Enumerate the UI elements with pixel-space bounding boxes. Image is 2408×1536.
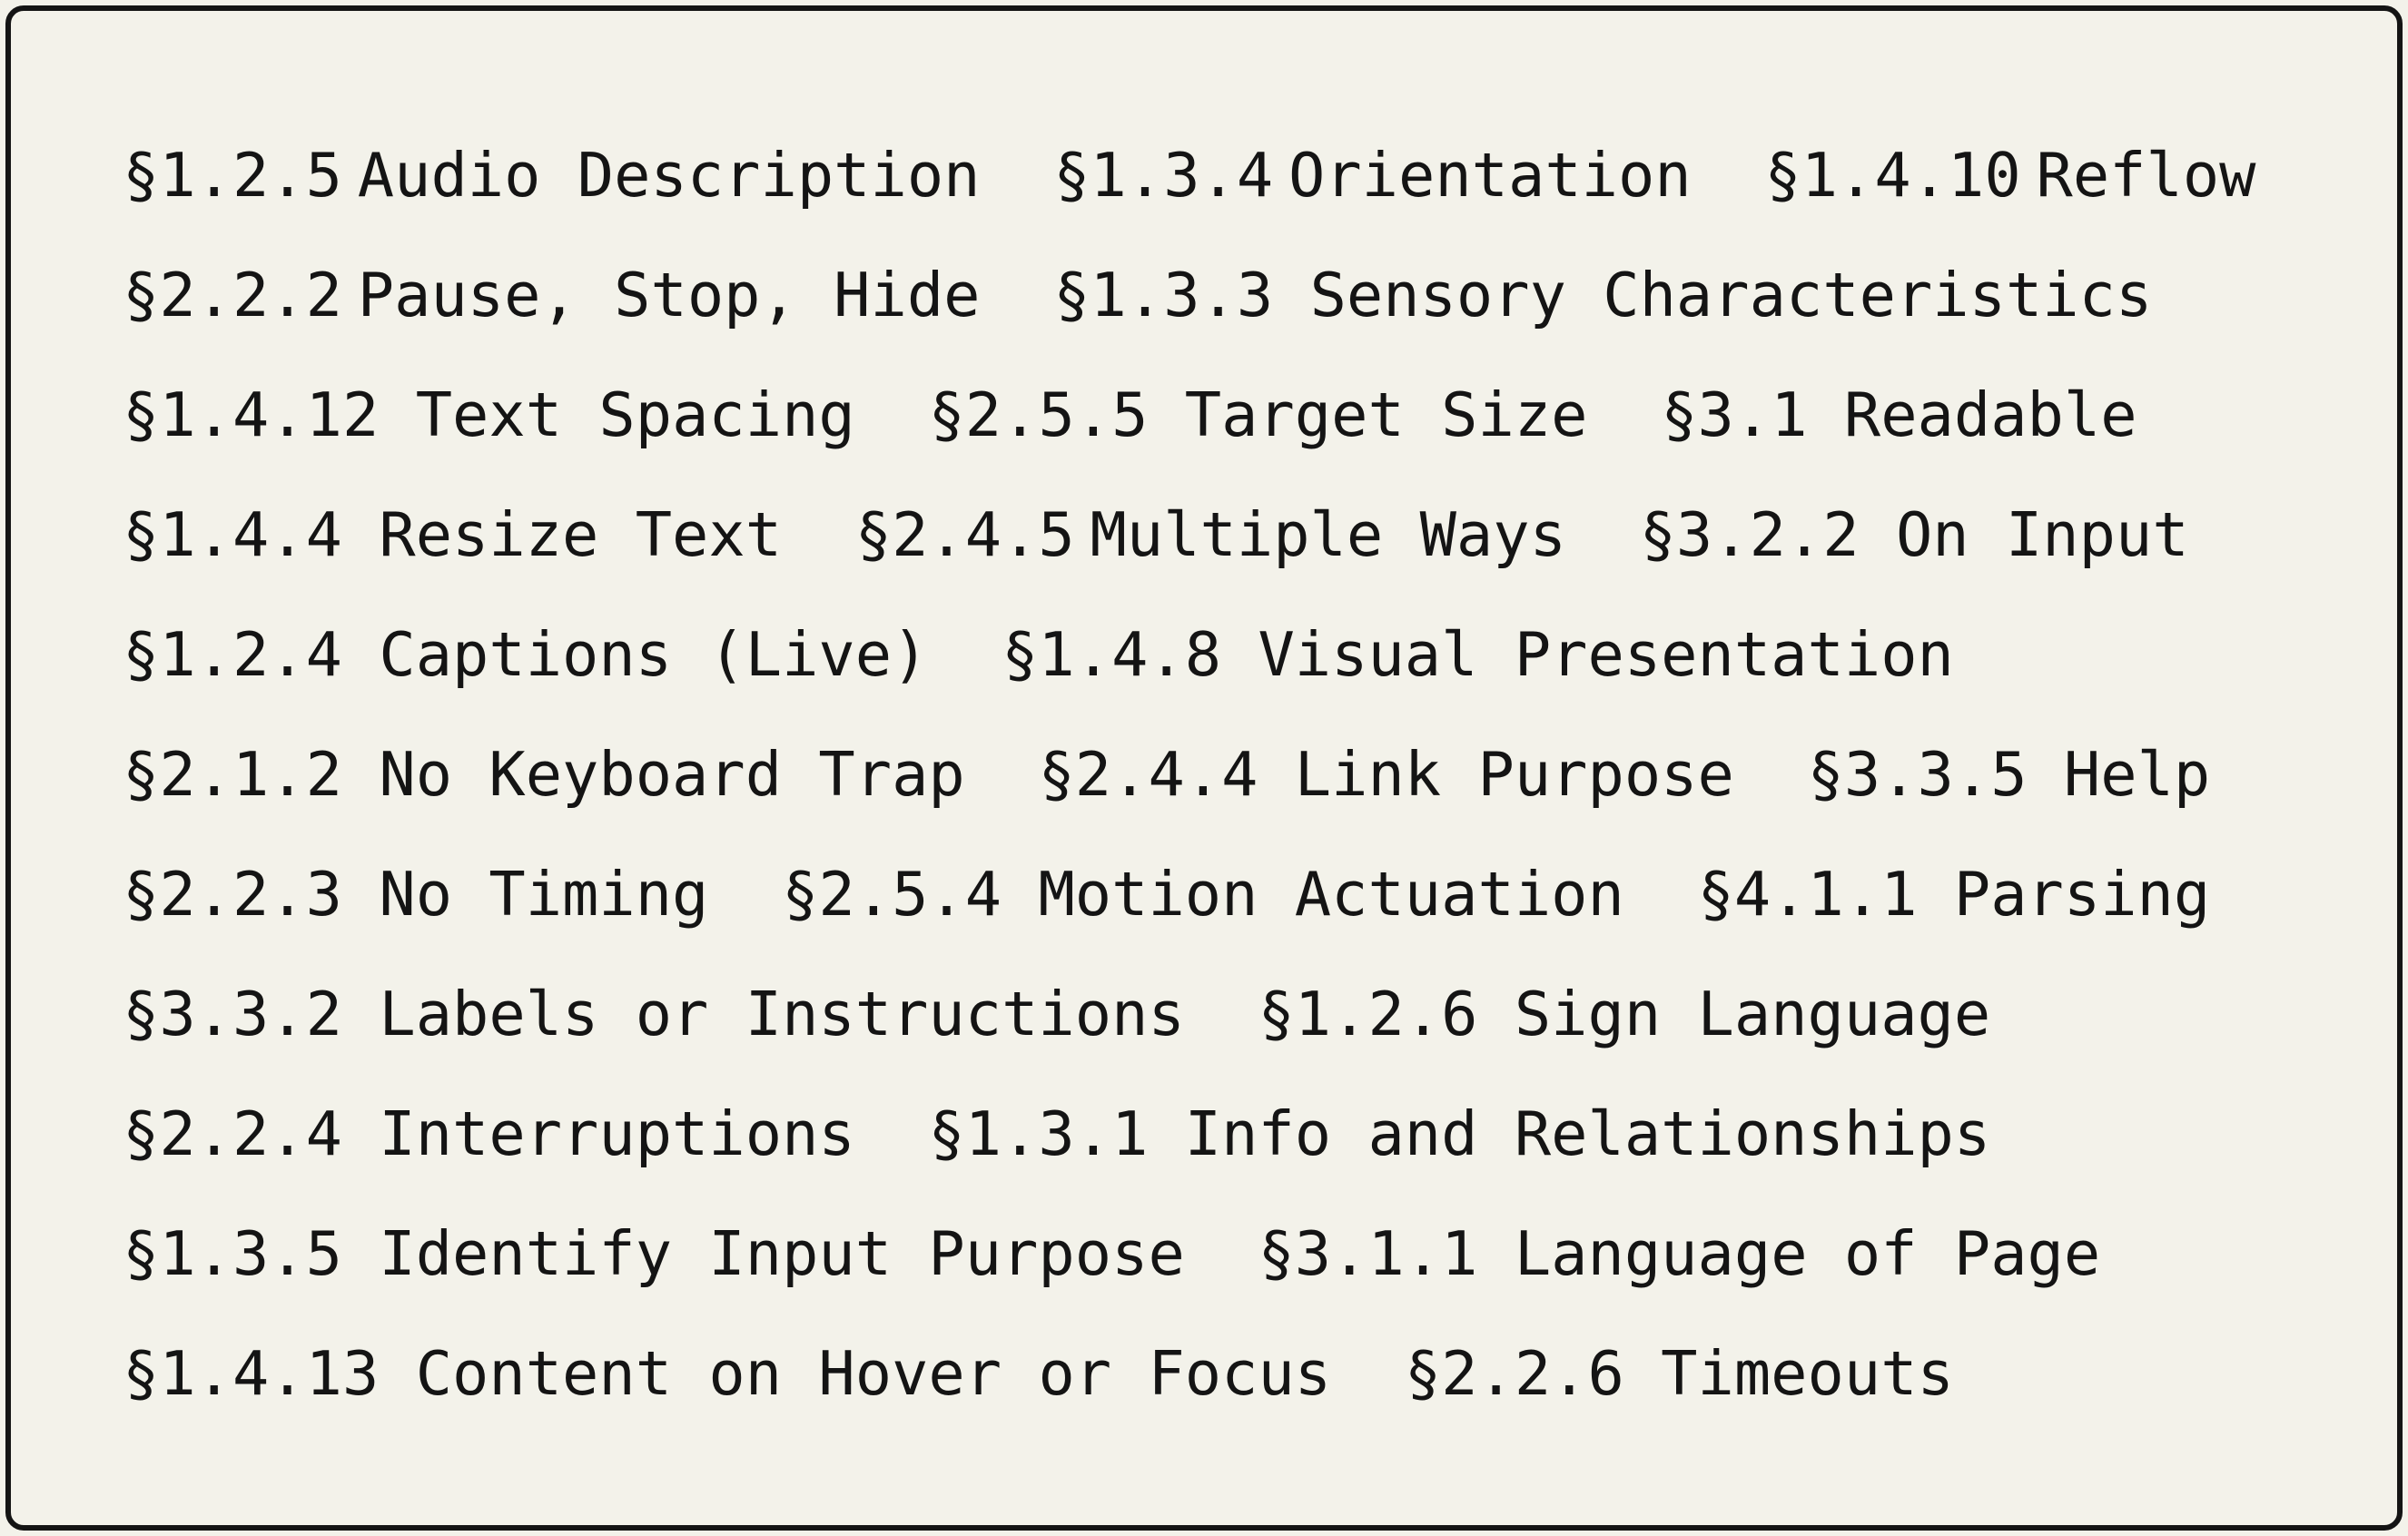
criterion-number: §2.5.4 xyxy=(782,859,1002,930)
criterion-number: §2.2.4 xyxy=(123,1098,343,1169)
criterion-title: Interruptions xyxy=(379,1098,855,1169)
criterion-title: Audio Description xyxy=(357,140,981,211)
criterion-item: §4.1.1 Parsing xyxy=(1698,859,2211,930)
criterion-title: Timeouts xyxy=(1661,1338,1954,1409)
criterion-title: Language of Page xyxy=(1514,1218,2101,1289)
criteria-line: §1.2.4 Captions (Live) §1.4.8 Visual Presen… xyxy=(123,595,2306,714)
criterion-number: §3.3.5 xyxy=(1807,739,2028,810)
criteria-line: §1.3.5 Identify Input Purpose §3.1.1 Langua… xyxy=(123,1194,2306,1314)
criteria-line: §2.2.4 Interruptions §1.3.1 Info and Relati… xyxy=(123,1074,2306,1194)
criterion-title: Text Spacing xyxy=(415,379,855,450)
criteria-line: §3.3.2 Labels or Instructions §1.2.6 Sign L… xyxy=(123,954,2306,1074)
criterion-title: Motion Actuation xyxy=(1038,859,1624,930)
criterion-item: §2.4.4 Link Purpose xyxy=(1038,739,1733,810)
criterion-number: §2.1.2 xyxy=(123,739,343,810)
criterion-title: Reflow xyxy=(2036,140,2256,211)
criterion-item: §1.4.10 Reflow xyxy=(1764,140,2255,211)
criterion-number: §2.4.4 xyxy=(1038,739,1258,810)
criterion-item: §1.2.4 Captions (Live) xyxy=(123,619,928,690)
criterion-number: §1.2.5 xyxy=(123,140,343,211)
criterion-title: No Timing xyxy=(379,859,709,930)
criterion-title: Content on Hover or Focus xyxy=(415,1338,1332,1409)
criterion-title: On Input xyxy=(1895,499,2189,570)
criterion-item: §2.2.6 Timeouts xyxy=(1405,1338,1954,1409)
criterion-number: §3.3.2 xyxy=(123,979,343,1049)
criterion-title: Info and Relationships xyxy=(1184,1098,1991,1169)
criterion-title: Readable xyxy=(1843,379,2137,450)
criterion-item: §2.5.5 Target Size xyxy=(928,379,1587,450)
criterion-title: Parsing xyxy=(1953,859,2211,930)
criteria-line: §1.2.5 Audio Description §1.3.4 Orientation… xyxy=(123,115,2306,235)
criterion-title: Multiple Ways xyxy=(1090,499,1566,570)
criterion-number: §1.4.10 xyxy=(1764,140,2021,211)
criterion-item: §3.2.2 On Input xyxy=(1640,499,2189,570)
criteria-line: §1.4.4 Resize Text §2.4.5 Multiple Ways §3.2… xyxy=(123,475,2306,595)
criterion-title: Resize Text xyxy=(379,499,783,570)
criterion-title: Help xyxy=(2063,739,2211,810)
criterion-number: §3.1 xyxy=(1661,379,1808,450)
criterion-item: §1.4.8 Visual Presentation xyxy=(1002,619,1954,690)
criterion-number: §1.4.4 xyxy=(123,499,343,570)
criterion-title: Sensory Characteristics xyxy=(1309,260,2153,330)
criterion-title: Labels or Instructions xyxy=(379,979,1185,1049)
criterion-number: §4.1.1 xyxy=(1697,859,1918,930)
criteria-line: §2.2.2 Pause, Stop, Hide §1.3.3 Sensory Cha… xyxy=(123,235,2306,355)
criterion-title: Visual Presentation xyxy=(1258,619,1954,690)
criterion-number: §1.4.8 xyxy=(1002,619,1222,690)
criterion-title: Sign Language xyxy=(1514,979,1991,1049)
criterion-number: §2.2.2 xyxy=(123,260,343,330)
criterion-item: §1.4.12 Text Spacing xyxy=(123,379,855,450)
criterion-title: Orientation xyxy=(1288,140,1692,211)
criteria-panel: §1.2.5 Audio Description §1.3.4 Orientation… xyxy=(5,5,2403,1531)
criterion-number: §3.2.2 xyxy=(1639,499,1860,570)
criterion-title: Target Size xyxy=(1184,379,1588,450)
criterion-item: §1.3.5 Identify Input Purpose xyxy=(123,1218,1185,1289)
criterion-number: §3.1.1 xyxy=(1258,1218,1478,1289)
criterion-number: §1.4.13 xyxy=(123,1338,380,1409)
criterion-item: §2.4.5 Multiple Ways xyxy=(855,499,1566,570)
criterion-item: §1.3.1 Info and Relationships xyxy=(928,1098,1990,1169)
criterion-item: §2.5.4 Motion Actuation xyxy=(782,859,1624,930)
criterion-item: §1.2.6 Sign Language xyxy=(1258,979,1990,1049)
criterion-item: §1.3.3 Sensory Characteristics xyxy=(1053,260,2152,330)
criteria-line: §2.1.2 No Keyboard Trap §2.4.4 Link Purpose… xyxy=(123,714,2306,834)
criterion-item: §3.1.1 Language of Page xyxy=(1258,1218,2100,1289)
criterion-title: Captions (Live) xyxy=(379,619,929,690)
criterion-item: §3.3.2 Labels or Instructions xyxy=(123,979,1185,1049)
criterion-number: §1.4.12 xyxy=(123,379,380,450)
criterion-item: §1.4.13 Content on Hover or Focus xyxy=(123,1338,1331,1409)
criterion-number: §1.2.6 xyxy=(1258,979,1478,1049)
criteria-list: §1.2.5 Audio Description §1.3.4 Orientation… xyxy=(123,115,2306,1433)
criterion-number: §2.5.5 xyxy=(928,379,1149,450)
criterion-item: §2.2.2 Pause, Stop, Hide xyxy=(123,260,981,330)
criterion-title: Link Purpose xyxy=(1294,739,1734,810)
criterion-item: §1.2.5 Audio Description xyxy=(123,140,981,211)
criterion-item: §3.1 Readable xyxy=(1661,379,2137,450)
criterion-title: Identify Input Purpose xyxy=(379,1218,1185,1289)
criterion-title: Pause, Stop, Hide xyxy=(357,260,981,330)
criteria-line: §2.2.3 No Timing §2.5.4 Motion Actuation §4.… xyxy=(123,834,2306,954)
criteria-line: §1.4.12 Text Spacing §2.5.5 Target Size §3.1… xyxy=(123,355,2306,475)
criteria-line: §1.4.13 Content on Hover or Focus §2.2.6 Ti… xyxy=(123,1314,2306,1433)
criterion-number: §2.2.3 xyxy=(123,859,343,930)
criterion-item: §1.4.4 Resize Text xyxy=(123,499,782,570)
criterion-number: §2.4.5 xyxy=(854,499,1075,570)
criterion-title: No Keyboard Trap xyxy=(379,739,965,810)
criterion-number: §1.3.5 xyxy=(123,1218,343,1289)
criterion-item: §2.1.2 No Keyboard Trap xyxy=(123,739,965,810)
criterion-item: §1.3.4 Orientation xyxy=(1053,140,1692,211)
criterion-item: §2.2.3 No Timing xyxy=(123,859,708,930)
criterion-item: §2.2.4 Interruptions xyxy=(123,1098,855,1169)
criterion-item: §3.3.5 Help xyxy=(1808,739,2211,810)
criterion-number: §1.3.4 xyxy=(1053,140,1274,211)
criterion-number: §1.3.3 xyxy=(1053,260,1274,330)
criterion-number: §2.2.6 xyxy=(1404,1338,1624,1409)
criterion-number: §1.2.4 xyxy=(123,619,343,690)
criterion-number: §1.3.1 xyxy=(928,1098,1149,1169)
